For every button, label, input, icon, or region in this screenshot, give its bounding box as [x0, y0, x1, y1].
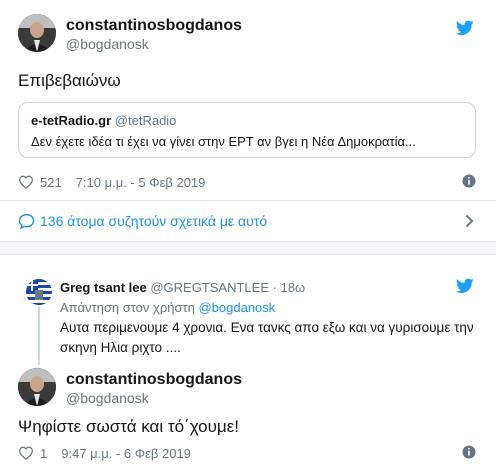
section-separator [0, 242, 496, 254]
twitter-bird-icon[interactable] [456, 278, 474, 294]
author-handle[interactable]: @bogdanosk [66, 36, 149, 52]
avatar-photo [18, 14, 56, 52]
quote-author-handle: @tetRadio [114, 113, 177, 128]
twitter-bird-icon[interactable] [456, 20, 474, 36]
quote-header: e-tetRadio.gr @tetRadio [31, 113, 176, 128]
avatar-photo [18, 368, 56, 406]
tweet-text: Ψηφίστε σωστά και τό΄χουμε! [18, 417, 240, 436]
tweet-embed: constantinosbogdanos @bogdanosk Επιβεβαι… [0, 0, 496, 468]
tweet-meta: 1 9:47 μ.μ. - 6 Φεβ 2019 [18, 444, 476, 462]
like-count: 1 [40, 445, 48, 461]
replying-to-handle[interactable]: @bogdanosk [198, 300, 275, 315]
replying-to-label: Απάντηση στον χρήστη [60, 300, 195, 315]
reply-text: Αυτα περιμενουμε 4 χρονια. Ενα τανκς απο… [60, 320, 474, 355]
thread-line [38, 307, 40, 365]
author-handle[interactable]: @bogdanosk [66, 390, 149, 406]
avatar[interactable] [18, 14, 56, 52]
reply-avatar[interactable] [26, 279, 52, 305]
reply-author-name[interactable]: Greg tsant lee [60, 280, 147, 295]
author-name[interactable]: constantinosbogdanos [66, 17, 242, 35]
tweet-text: Επιβεβαιώνω [18, 71, 121, 90]
avatar[interactable] [18, 368, 56, 406]
author-name[interactable]: constantinosbogdanos [66, 371, 242, 389]
replying-to: Απάντηση στον χρήστη @bogdanosk [60, 300, 275, 315]
like-count: 521 [40, 174, 62, 190]
reply-author-handle[interactable]: @GREGTSANTLEE [150, 280, 269, 295]
conversation-link[interactable]: 136 άτομα συζητούν σχετικά με αυτό [0, 201, 496, 241]
info-icon[interactable] [462, 445, 476, 459]
tweet-timestamp[interactable]: 9:47 μ.μ. - 6 Φεβ 2019 [61, 446, 191, 461]
quoted-tweet-card[interactable]: e-tetRadio.gr @tetRadio Δεν έχετε ιδέα τ… [18, 102, 476, 158]
chat-bubble-icon [18, 213, 35, 229]
heart-icon[interactable] [18, 446, 34, 460]
conversation-label: 136 άτομα συζητούν σχετικά με αυτό [40, 213, 268, 229]
quote-text: Δεν έχετε ιδέα τι έχει να γίνει στην ΕΡΤ… [31, 134, 416, 149]
info-icon[interactable] [462, 174, 476, 188]
heart-icon[interactable] [18, 175, 34, 189]
tweet-meta: 521 7:10 μ.μ. - 5 Φεβ 2019 [18, 173, 476, 191]
separator-dot: · [272, 280, 277, 295]
main-tweet: constantinosbogdanos @bogdanosk Επιβεβαι… [0, 0, 496, 245]
reply-header: Greg tsant lee @GREGTSANTLEE · 18ω [60, 280, 305, 295]
reply-avatar-image [26, 279, 52, 305]
chevron-right-icon [465, 214, 474, 228]
divider [0, 254, 496, 255]
quote-author-name: e-tetRadio.gr [31, 113, 112, 128]
divider [0, 241, 496, 242]
reply-time[interactable]: 18ω [281, 280, 306, 295]
tweet-timestamp[interactable]: 7:10 μ.μ. - 5 Φεβ 2019 [76, 175, 206, 190]
